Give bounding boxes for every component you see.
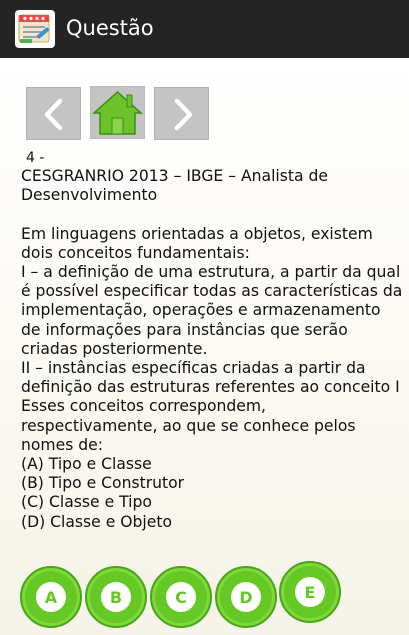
app-title: Questão xyxy=(66,16,154,40)
question-number: 4 - xyxy=(26,150,45,166)
action-bar: Questão xyxy=(0,0,409,58)
home-icon xyxy=(90,86,145,139)
answer-letter: E xyxy=(304,582,316,602)
answer-b-button[interactable]: B xyxy=(85,566,147,628)
chevron-left-icon xyxy=(44,98,63,131)
answer-letter: B xyxy=(109,587,123,607)
question-content: 4 - CESGRANRIO 2013 – IBGE – Analista de… xyxy=(0,58,409,635)
answer-c-button[interactable]: C xyxy=(150,566,212,628)
answer-letter: A xyxy=(44,587,58,607)
chevron-right-icon xyxy=(174,98,193,131)
home-button[interactable] xyxy=(90,86,145,139)
answer-letter: D xyxy=(239,587,253,607)
answer-e-button[interactable]: E xyxy=(279,561,341,623)
answer-letter: C xyxy=(175,587,187,607)
previous-button[interactable] xyxy=(26,87,81,140)
answer-d-button[interactable]: D xyxy=(215,566,277,628)
next-button[interactable] xyxy=(154,87,209,140)
notebook-icon[interactable] xyxy=(14,9,56,49)
answer-a-button[interactable]: A xyxy=(20,566,82,628)
question-text: CESGRANRIO 2013 – IBGE – Analista de Des… xyxy=(21,167,403,531)
